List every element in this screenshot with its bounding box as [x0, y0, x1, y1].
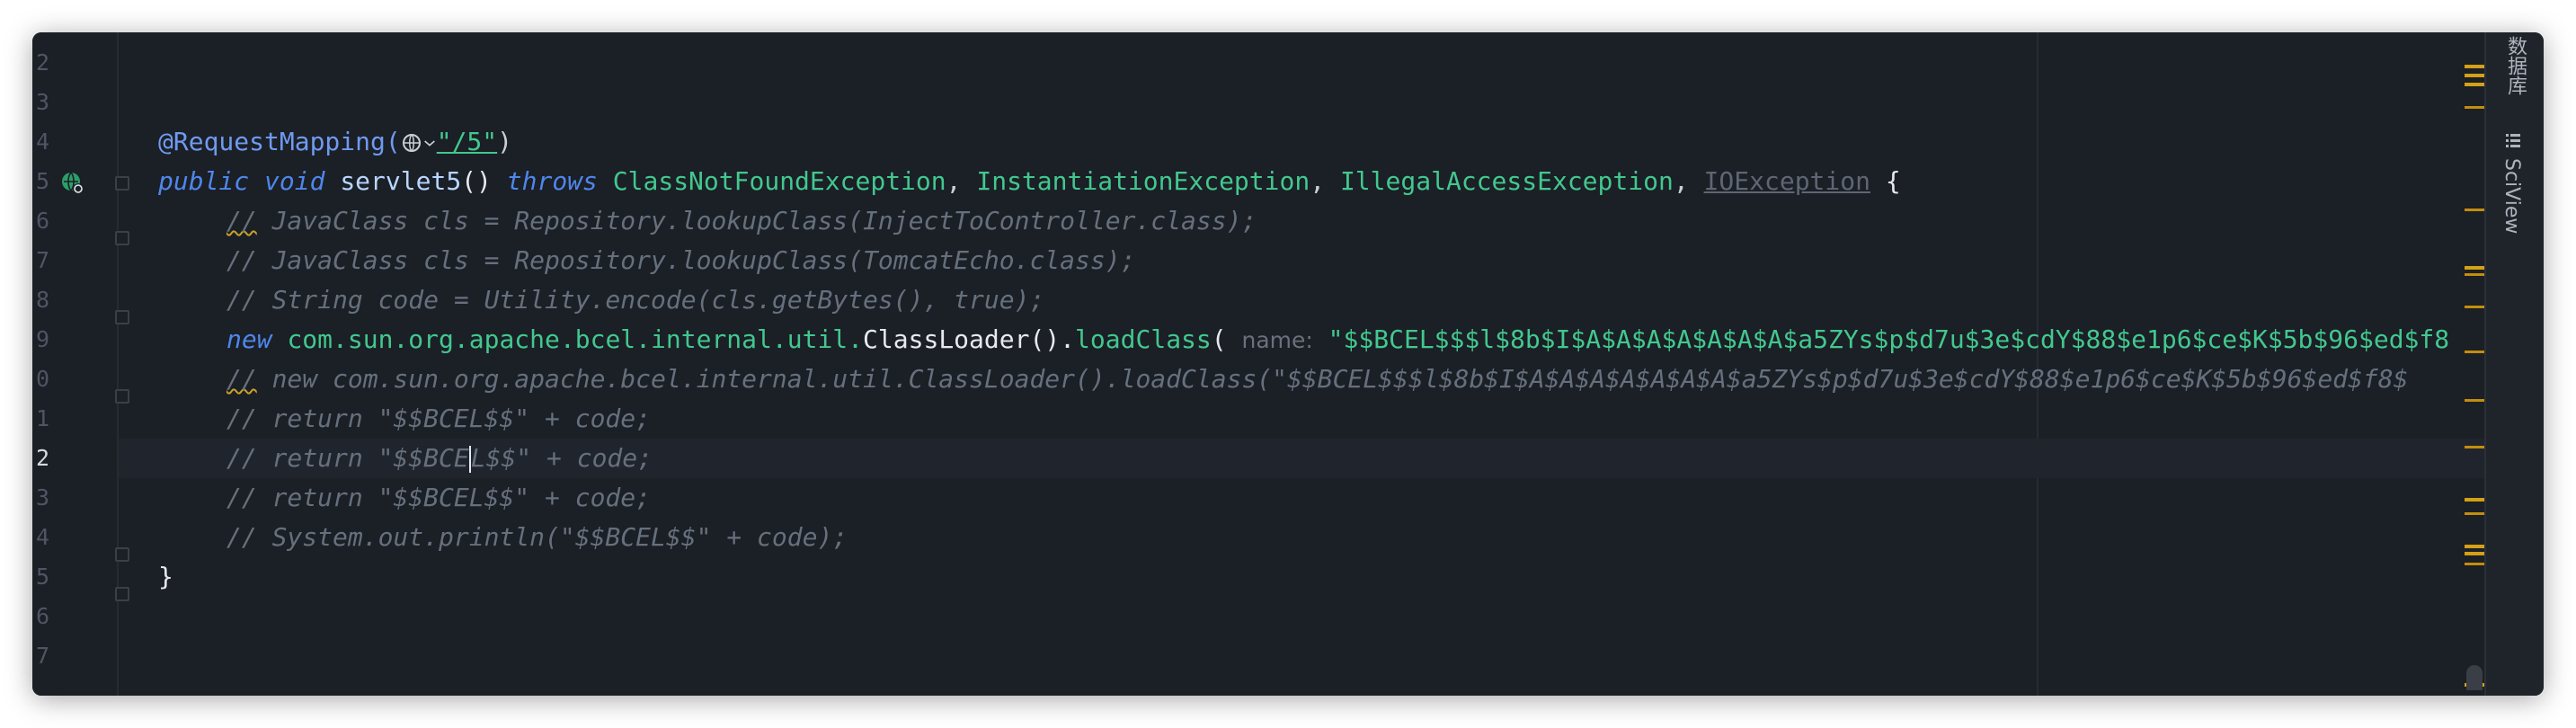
line-number: 9 — [36, 326, 50, 352]
editor-window: 2 3 4 5 6 7 8 9 0 1 2 3 4 5 6 7 @Request… — [32, 32, 2544, 696]
warning-marker[interactable] — [2465, 399, 2486, 402]
line-number: 6 — [36, 603, 50, 629]
error-stripe[interactable] — [2465, 32, 2486, 696]
code-line-6[interactable]: // JavaClass cls = Repository.lookupClas… — [119, 201, 2486, 241]
code-editor[interactable]: @RequestMapping("/5") public void servle… — [119, 32, 2486, 696]
line-number: 4 — [36, 524, 50, 550]
code-line-9[interactable]: new com.sun.org.apache.bcel.internal.uti… — [119, 320, 2486, 360]
warning-marker[interactable] — [2465, 498, 2486, 502]
warning-marker[interactable] — [2465, 563, 2486, 565]
line-number: 2 — [36, 49, 50, 75]
warning-marker[interactable] — [2465, 209, 2486, 211]
code-line-4[interactable]: @RequestMapping("/5") — [119, 122, 2486, 162]
scrollbar-thumb[interactable] — [2466, 665, 2483, 690]
warning-marker[interactable] — [2465, 351, 2486, 353]
code-line-13[interactable]: // return "$$BCEL$$" + code; — [119, 478, 2486, 518]
line-number: 6 — [36, 208, 50, 234]
sciview-tab[interactable]: SciView — [2500, 158, 2523, 234]
globe-icon[interactable] — [401, 132, 422, 154]
warning-marker[interactable] — [2465, 306, 2486, 308]
parameter-hint: name: — [1241, 327, 1313, 353]
annotation: @RequestMapping( — [158, 127, 401, 156]
warning-marker[interactable] — [2465, 552, 2486, 555]
line-number: 3 — [36, 484, 50, 510]
warning-marker[interactable] — [2465, 266, 2486, 270]
line-number: 8 — [36, 287, 50, 313]
line-number: 4 — [36, 129, 50, 155]
database-tab[interactable]: 数据库 — [2500, 36, 2529, 95]
code-line-12-current[interactable]: // return "$$BCEL$$" + code; — [119, 439, 2486, 478]
web-endpoint-gutter-icon[interactable] — [59, 170, 86, 197]
warning-marker[interactable] — [2465, 74, 2486, 77]
line-number: 3 — [36, 89, 50, 115]
unused-exception: IOException — [1703, 166, 1870, 196]
line-number: 1 — [36, 405, 50, 431]
warning-marker[interactable] — [2465, 83, 2486, 86]
mapping-path: "/5" — [436, 127, 498, 156]
warning-marker[interactable] — [2465, 446, 2486, 448]
right-tool-strip: 数据库 SciView — [2484, 32, 2544, 696]
chevron-down-icon[interactable] — [422, 132, 437, 154]
bcel-string: "$$BCEL$$$l$8b$I$A$A$A$A$A$A$A$a5ZYs$p$d… — [1328, 324, 2450, 354]
code-line-5[interactable]: public void servlet5() throws ClassNotFo… — [119, 162, 2486, 201]
line-number-current: 2 — [36, 445, 50, 471]
code-line-14[interactable]: // System.out.println("$$BCEL$$" + code)… — [119, 518, 2486, 557]
code-line-10[interactable]: // new com.sun.org.apache.bcel.internal.… — [119, 360, 2486, 399]
line-number: 5 — [36, 168, 50, 194]
line-number: 0 — [36, 366, 50, 392]
sciview-icon[interactable] — [2504, 131, 2522, 149]
code-line-8[interactable]: // String code = Utility.encode(cls.getB… — [119, 280, 2486, 320]
method-name: servlet5 — [340, 166, 462, 196]
line-number: 7 — [36, 643, 50, 669]
line-number: 5 — [36, 564, 50, 590]
warning-marker[interactable] — [2465, 545, 2486, 548]
warning-marker[interactable] — [2465, 512, 2486, 515]
warning-marker[interactable] — [2465, 273, 2486, 276]
warning-marker[interactable] — [2465, 106, 2486, 109]
code-line-7[interactable]: // JavaClass cls = Repository.lookupClas… — [119, 241, 2486, 280]
code-line-11[interactable]: // return "$$BCEL$$" + code; — [119, 399, 2486, 439]
line-number: 7 — [36, 247, 50, 273]
code-line-15[interactable]: } — [119, 557, 2486, 597]
warning-marker[interactable] — [2465, 65, 2486, 68]
